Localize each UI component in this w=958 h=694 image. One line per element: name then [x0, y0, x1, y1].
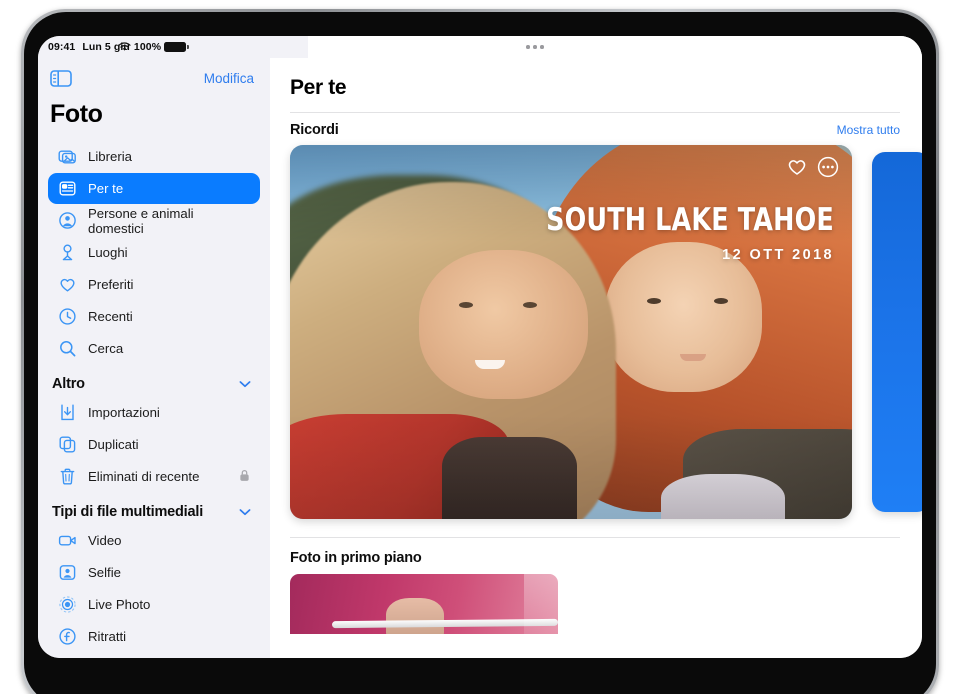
selfie-person-icon: [58, 563, 77, 582]
sidebar-item-cerca[interactable]: Cerca: [48, 333, 260, 364]
trash-icon: [58, 467, 77, 486]
sidebar-item-preferiti[interactable]: Preferiti: [48, 269, 260, 300]
memory-card-south-lake-tahoe[interactable]: SOUTH LAKE TAHOE 12 OTT 2018: [290, 145, 852, 519]
sidebar-item-live-photo[interactable]: Live Photo: [48, 589, 260, 620]
sidebar-item-persone-e-animali-domestici[interactable]: Persone e animali domestici: [48, 205, 260, 236]
page-title: Foto: [50, 100, 103, 128]
featured-section-title: Foto in primo piano: [290, 550, 422, 566]
app-body: Modifica Foto Libreria Per te Persone e …: [38, 58, 922, 658]
sidebar-group-label: Tipi di file multimediali: [52, 504, 204, 520]
person-circle-icon: [58, 211, 77, 230]
sidebar-topbar: Modifica: [48, 58, 260, 98]
content-page-title: Per te: [290, 76, 347, 99]
sidebar: Modifica Foto Libreria Per te Persone e …: [38, 58, 270, 658]
screenshot-stage: 09:41 Lun 5 giu 100% Modifica Foto Libre…: [0, 0, 958, 694]
sidebar-item-ritratti[interactable]: Ritratti: [48, 621, 260, 652]
sidebar-item-eliminati-di-recente[interactable]: Eliminati di recente: [48, 461, 260, 492]
sidebar-item-luoghi[interactable]: Luoghi: [48, 237, 260, 268]
sidebar-item-label: Duplicati: [88, 437, 139, 452]
home-indicator[interactable]: [416, 649, 544, 653]
status-bar-right: 100%: [118, 36, 189, 58]
edit-button[interactable]: Modifica: [204, 71, 254, 86]
memory-card-date: 12 OTT 2018: [722, 247, 834, 263]
sidebar-group-tipi-di-file-multimediali[interactable]: Tipi di file multimediali: [48, 493, 260, 525]
sidebar-item-selfie[interactable]: Selfie: [48, 557, 260, 588]
for-you-card-icon: [58, 179, 77, 198]
status-bar: 09:41 Lun 5 giu 100%: [38, 36, 922, 58]
sidebar-toggle-icon[interactable]: [50, 69, 72, 87]
main-content: Per te Ricordi Mostra tutto SOUTH LAKE T…: [270, 58, 922, 658]
memories-show-all-button[interactable]: Mostra tutto: [837, 123, 900, 137]
sidebar-item-label: Live Photo: [88, 597, 151, 612]
battery-percent-label: 100%: [133, 41, 162, 53]
sidebar-group-altro[interactable]: Altro: [48, 365, 260, 397]
sidebar-item-label: Importazioni: [88, 405, 160, 420]
memories-section-header: Ricordi Mostra tutto: [290, 113, 922, 145]
video-camera-icon: [58, 531, 77, 550]
map-pin-icon: [58, 243, 77, 262]
more-circle-icon[interactable]: [817, 156, 839, 178]
sidebar-item-recenti[interactable]: Recenti: [48, 301, 260, 332]
multitasking-dots-icon[interactable]: [526, 45, 544, 49]
lock-icon: [239, 469, 250, 485]
sidebar-item-label: Per te: [88, 181, 124, 196]
memories-title: Ricordi: [290, 122, 339, 138]
heart-outline-icon[interactable]: [786, 156, 808, 178]
memories-carousel[interactable]: SOUTH LAKE TAHOE 12 OTT 2018: [290, 145, 922, 525]
sidebar-item-label: Persone e animali domestici: [88, 205, 194, 236]
clock-icon: [58, 307, 77, 326]
sidebar-item-label: Cerca: [88, 341, 124, 356]
sidebar-item-importazioni[interactable]: Importazioni: [48, 397, 260, 428]
sidebar-item-label: Preferiti: [88, 277, 134, 292]
sidebar-item-libreria[interactable]: Libreria: [48, 141, 260, 172]
sidebar-item-label: Eliminati di recente: [88, 469, 200, 484]
sidebar-item-label: Recenti: [88, 309, 133, 324]
memory-card-title: SOUTH LAKE TAHOE: [546, 202, 834, 238]
sidebar-item-label: Libreria: [88, 149, 132, 164]
sidebar-group-label: Altro: [52, 376, 85, 392]
sidebar-item-duplicati[interactable]: Duplicati: [48, 429, 260, 460]
portrait-f-icon: [58, 627, 77, 646]
photo-stack-icon: [58, 147, 77, 166]
duplicate-squares-icon: [58, 435, 77, 454]
sidebar-item-label: Selfie: [88, 565, 121, 580]
chevron-down-icon[interactable]: [239, 504, 251, 520]
memory-card-next[interactable]: [872, 152, 922, 512]
wifi-icon: [118, 42, 131, 52]
sidebar-item-label: Video: [88, 533, 122, 548]
sidebar-item-label: Luoghi: [88, 245, 128, 260]
sidebar-item-per-te[interactable]: Per te: [48, 173, 260, 204]
chevron-down-icon[interactable]: [239, 376, 251, 392]
memory-card-text: SOUTH LAKE TAHOE 12 OTT 2018: [483, 202, 834, 264]
heart-icon: [58, 275, 77, 294]
memory-card-actions: [786, 156, 839, 178]
sidebar-item-label: Ritratti: [88, 629, 127, 644]
search-icon: [58, 339, 77, 358]
live-photo-icon: [58, 595, 77, 614]
sidebar-item-video[interactable]: Video: [48, 525, 260, 556]
import-tray-icon: [58, 403, 77, 422]
ipad-screen: 09:41 Lun 5 giu 100% Modifica Foto Libre…: [38, 36, 922, 658]
featured-photo-thumbnail[interactable]: [290, 574, 558, 634]
battery-full-icon: [164, 41, 189, 53]
